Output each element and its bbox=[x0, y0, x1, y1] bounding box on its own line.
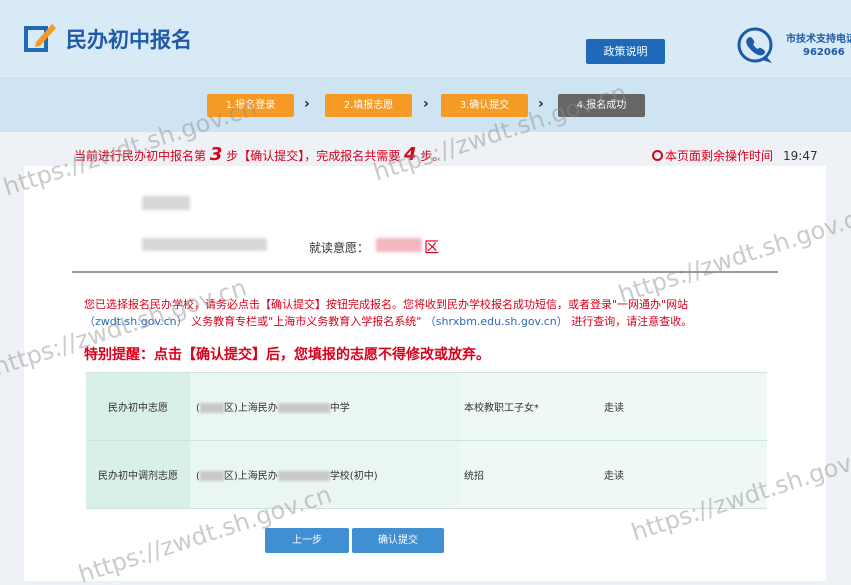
current-step-number: 3 bbox=[209, 144, 223, 165]
redacted-text bbox=[199, 403, 224, 413]
choice-school: (区)上海民办 学校(初中) bbox=[190, 440, 460, 509]
choice-category: 统招 bbox=[460, 440, 600, 509]
choice-type: 民办初中志愿 bbox=[86, 372, 190, 441]
redacted-name bbox=[142, 196, 190, 210]
table-row: 民办初中志愿 (区)上海民办 中学 本校教职工子女* 走读 bbox=[86, 372, 767, 441]
step-login: 1.报名登录 bbox=[207, 94, 294, 117]
status-suffix: 步。 bbox=[420, 149, 445, 163]
choices-table: 民办初中志愿 (区)上海民办 中学 本校教职工子女* 走读 民办初中调剂志愿 (区… bbox=[86, 372, 767, 509]
notice-text: 您已选择报名民办学校，请务必点击【确认提交】按钮完成报名。您将收到民办学校报名成… bbox=[84, 296, 774, 330]
redacted-text bbox=[199, 471, 224, 481]
notice-line2a: 义务教育专栏或"上海市义务教育入学报名系统" bbox=[191, 315, 422, 328]
choice-mode: 走读 bbox=[600, 440, 652, 509]
redacted-district bbox=[376, 238, 422, 252]
edit-pencil-icon bbox=[24, 24, 56, 52]
intent-label: 就读意愿： bbox=[309, 241, 370, 255]
status-prefix: 当前进行民办初中报名第 bbox=[74, 149, 207, 163]
warning-text: 特别提醒：点击【确认提交】后，您填报的志愿不得修改或放弃。 bbox=[84, 347, 490, 363]
choice-type: 民办初中调剂志愿 bbox=[86, 440, 190, 509]
step-fill-choices: 2.填报志愿 bbox=[325, 94, 412, 117]
choice-mode: 走读 bbox=[600, 372, 652, 441]
total-steps-number: 4 bbox=[404, 144, 417, 165]
empty-cell bbox=[652, 372, 767, 441]
redacted-id bbox=[142, 238, 267, 251]
notice-line1: 您已选择报名民办学校，请务必点击【确认提交】按钮完成报名。您将收到民办学校报名成… bbox=[84, 298, 689, 311]
phone-support-icon bbox=[737, 27, 773, 63]
notice-line2b: 进行查询，请注意查收。 bbox=[571, 315, 693, 328]
school-name-part: 学校(初中) bbox=[329, 471, 378, 482]
timer-label: 本页面剩余操作时间 bbox=[665, 149, 774, 163]
prev-step-button[interactable]: 上一步 bbox=[265, 528, 349, 553]
header-bar: 民办初中报名 政策说明 市技术支持电话 962066 bbox=[0, 0, 851, 76]
divider bbox=[72, 271, 778, 273]
zwdt-link[interactable]: （zwdt.sh.gov.cn） bbox=[84, 315, 188, 328]
status-middle: 步【确认提交】，完成报名共需要 bbox=[226, 149, 401, 163]
support-label: 市技术支持电话 bbox=[786, 34, 851, 45]
intent-district: 区 bbox=[424, 238, 440, 256]
empty-cell bbox=[652, 440, 767, 509]
step-success: 4.报名成功 bbox=[558, 94, 645, 117]
app-title: 民办初中报名 bbox=[66, 28, 192, 52]
choice-category: 本校教职工子女* bbox=[460, 372, 600, 441]
progress-steps: 1.报名登录 › 2.填报志愿 › 3.确认提交 › 4.报名成功 bbox=[0, 76, 851, 132]
timer-value: 19:47 bbox=[783, 149, 818, 163]
school-name-part: 区)上海民办 bbox=[223, 403, 278, 414]
chevron-right-icon: › bbox=[538, 96, 544, 112]
policy-button[interactable]: 政策说明 bbox=[586, 39, 665, 64]
redacted-text bbox=[277, 403, 330, 413]
timer: 本页面剩余操作时间 19:47 bbox=[652, 147, 818, 164]
clock-icon bbox=[652, 150, 663, 161]
chevron-right-icon: › bbox=[304, 96, 310, 112]
support-number: 962066 bbox=[803, 47, 845, 58]
table-row: 民办初中调剂志愿 (区)上海民办 学校(初中) 统招 走读 bbox=[86, 440, 767, 509]
school-name-part: 区)上海民办 bbox=[223, 471, 278, 482]
choice-school: (区)上海民办 中学 bbox=[190, 372, 460, 441]
school-name-part: 中学 bbox=[329, 403, 350, 414]
status-line: 当前进行民办初中报名第 3 步【确认提交】，完成报名共需要 4 步。 bbox=[74, 144, 444, 165]
step-confirm: 3.确认提交 bbox=[441, 94, 528, 117]
shrxbm-link[interactable]: （shrxbm.edu.sh.gov.cn） bbox=[425, 315, 568, 328]
confirm-panel: 就读意愿： 区 您已选择报名民办学校，请务必点击【确认提交】按钮完成报名。您将收… bbox=[24, 166, 826, 581]
confirm-submit-button[interactable]: 确认提交 bbox=[352, 528, 444, 553]
chevron-right-icon: › bbox=[423, 96, 429, 112]
redacted-text bbox=[277, 471, 330, 481]
